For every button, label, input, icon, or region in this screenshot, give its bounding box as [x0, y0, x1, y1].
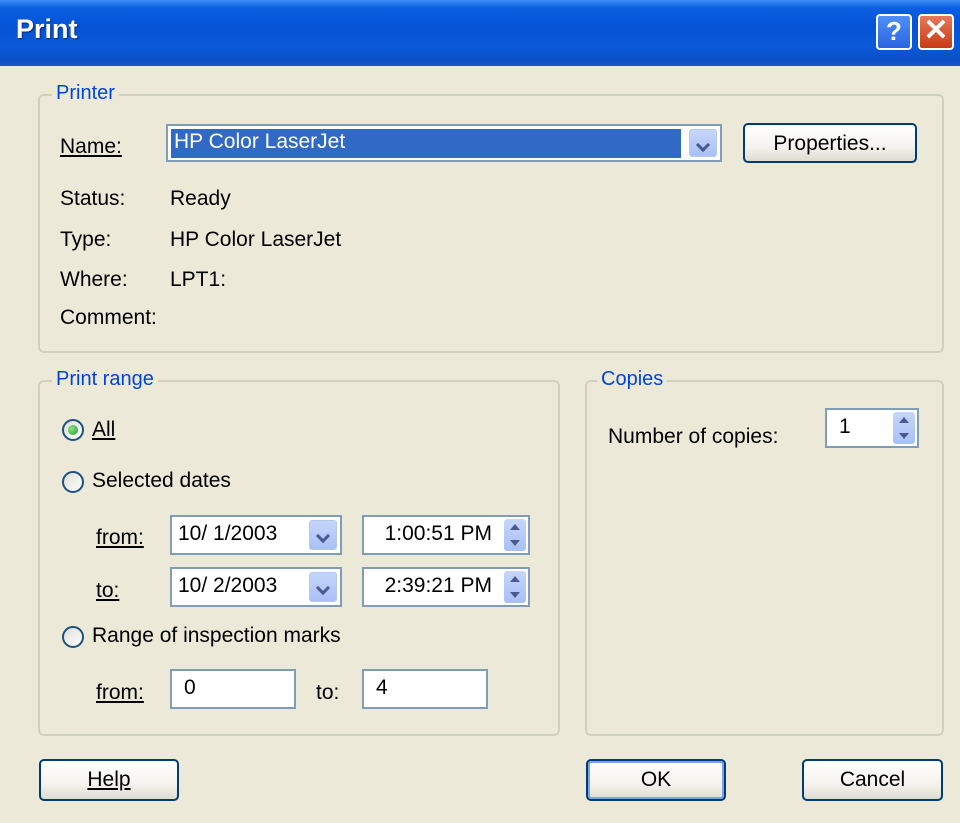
marks-from-label: from: — [96, 681, 144, 704]
inspection-marks-radio[interactable] — [62, 626, 84, 648]
to-date-value: 10/ 2/2003 — [178, 574, 278, 597]
cancel-button[interactable]: Cancel — [802, 759, 943, 801]
to-time-spinner[interactable]: 2:39:21 PM — [362, 567, 530, 607]
copies-spinner[interactable]: 1 — [825, 408, 919, 448]
ok-button[interactable]: OK — [586, 759, 726, 801]
from-label: from: — [96, 526, 144, 549]
title-bar[interactable]: Print ? ✕ — [0, 0, 960, 66]
spin-arrows-icon[interactable] — [504, 571, 526, 603]
name-label: Name: — [60, 135, 122, 158]
cancel-button-label: Cancel — [839, 768, 906, 791]
status-label: Status: — [60, 187, 126, 210]
selected-dates-radio[interactable] — [62, 471, 84, 493]
help-button-label: Help — [87, 768, 131, 791]
spin-arrows-icon[interactable] — [893, 412, 915, 444]
printer-name-value: HP Color LaserJet — [174, 130, 346, 153]
chevron-down-icon[interactable] — [309, 520, 337, 550]
marks-to-input[interactable]: 4 — [362, 669, 488, 709]
close-icon: ✕ — [923, 14, 949, 47]
status-value: Ready — [170, 187, 231, 210]
question-icon: ? — [886, 16, 902, 46]
marks-from-value: 0 — [184, 676, 196, 699]
copies-value: 1 — [839, 415, 851, 438]
marks-to-label: to: — [316, 681, 340, 704]
to-time-value: 2:39:21 PM — [384, 574, 492, 597]
help-button[interactable]: Help — [39, 759, 179, 801]
selected-dates-label[interactable]: Selected dates — [92, 469, 231, 493]
ok-button-label: OK — [640, 768, 672, 791]
chevron-down-icon[interactable] — [309, 572, 337, 602]
print-dialog: Print ? ✕ Printer Name: HP Color LaserJe… — [0, 0, 960, 823]
printer-name-select[interactable]: HP Color LaserJet — [166, 124, 722, 162]
where-value: LPT1: — [170, 268, 227, 291]
all-radio[interactable] — [62, 419, 84, 441]
printer-legend: Printer — [52, 82, 119, 105]
close-button[interactable]: ✕ — [918, 14, 954, 50]
from-time-spinner[interactable]: 1:00:51 PM — [362, 515, 530, 555]
to-date-picker[interactable]: 10/ 2/2003 — [170, 567, 342, 607]
type-label: Type: — [60, 228, 112, 251]
to-label: to: — [96, 579, 120, 602]
copies-legend: Copies — [597, 368, 668, 391]
from-date-picker[interactable]: 10/ 1/2003 — [170, 515, 342, 555]
where-label: Where: — [60, 268, 128, 291]
inspection-marks-label[interactable]: Range of inspection marks — [92, 624, 341, 648]
from-time-value: 1:00:51 PM — [384, 522, 492, 545]
spin-arrows-icon[interactable] — [504, 519, 526, 551]
help-title-button[interactable]: ? — [876, 14, 912, 50]
chevron-down-icon[interactable] — [689, 129, 717, 157]
window-title: Print — [16, 14, 78, 44]
marks-from-input[interactable]: 0 — [170, 669, 296, 709]
properties-button-label: Properties... — [773, 132, 887, 155]
from-date-value: 10/ 1/2003 — [178, 522, 278, 545]
all-label[interactable]: All — [92, 418, 115, 442]
marks-to-value: 4 — [376, 676, 388, 699]
type-value: HP Color LaserJet — [170, 228, 342, 251]
print-range-legend: Print range — [52, 368, 158, 391]
comment-label: Comment: — [60, 306, 157, 329]
number-of-copies-label: Number of copies: — [608, 425, 779, 448]
properties-button[interactable]: Properties... — [743, 123, 917, 163]
